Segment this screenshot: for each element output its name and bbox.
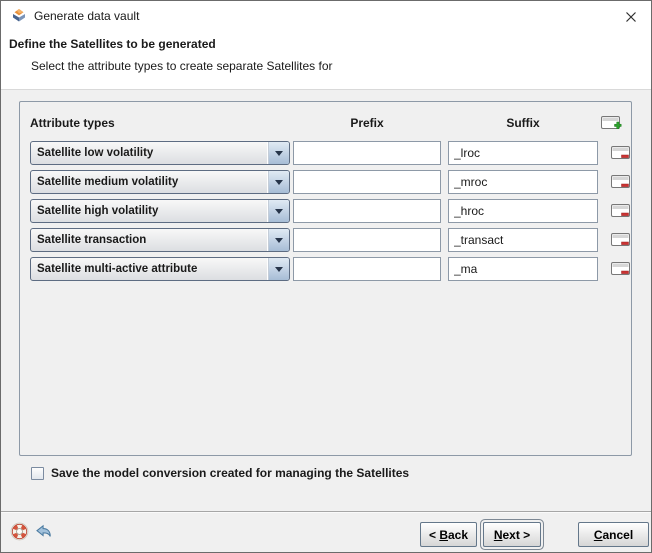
table-row: Satellite medium volatility <box>30 170 625 194</box>
close-button[interactable] <box>622 8 640 26</box>
prefix-input[interactable] <box>293 228 441 252</box>
table-row: Satellite multi-active attribute <box>30 257 625 281</box>
save-conversion-checkbox[interactable] <box>31 467 44 480</box>
attribute-type-select[interactable]: Satellite low volatility <box>30 141 290 165</box>
remove-row-icon <box>611 232 633 250</box>
app-icon <box>11 8 27 24</box>
step-title: Define the Satellites to be generated <box>9 37 216 51</box>
chevron-down-icon <box>267 171 289 193</box>
add-row-button[interactable] <box>601 115 623 132</box>
prefix-input[interactable] <box>293 199 441 223</box>
suffix-input[interactable] <box>448 257 598 281</box>
suffix-input[interactable] <box>448 141 598 165</box>
cancel-button[interactable]: Cancel <box>578 522 649 547</box>
column-header-prefix: Prefix <box>293 116 441 130</box>
attribute-type-value: Satellite high volatility <box>31 200 267 222</box>
table-row: Satellite high volatility <box>30 199 625 223</box>
chevron-down-icon <box>267 200 289 222</box>
attribute-type-value: Satellite transaction <box>31 229 267 251</box>
attribute-type-select[interactable]: Satellite high volatility <box>30 199 290 223</box>
suffix-input[interactable] <box>448 228 598 252</box>
suffix-input[interactable] <box>448 199 598 223</box>
save-conversion-label: Save the model conversion created for ma… <box>51 466 409 480</box>
wizard-header: Define the Satellites to be generated Se… <box>1 31 651 90</box>
remove-row-icon <box>611 174 633 192</box>
satellite-types-panel: Attribute types Prefix Suffix Satellite … <box>19 101 632 456</box>
life-buoy-icon <box>10 522 29 541</box>
column-header-suffix: Suffix <box>448 116 598 130</box>
attribute-type-select[interactable]: Satellite transaction <box>30 228 290 252</box>
remove-row-icon <box>611 261 633 279</box>
save-conversion-option: Save the model conversion created for ma… <box>31 466 409 480</box>
table-row: Satellite low volatility <box>30 141 625 165</box>
add-row-icon <box>601 115 623 133</box>
attribute-type-select[interactable]: Satellite medium volatility <box>30 170 290 194</box>
window-title: Generate data vault <box>34 9 139 23</box>
generate-data-vault-dialog: Generate data vault Define the Satellite… <box>0 0 652 553</box>
curved-arrow-left-icon <box>34 522 53 541</box>
chevron-down-icon <box>267 229 289 251</box>
prefix-input[interactable] <box>293 170 441 194</box>
attribute-type-select[interactable]: Satellite multi-active attribute <box>30 257 290 281</box>
undo-button[interactable] <box>34 522 53 541</box>
remove-row-button[interactable] <box>611 232 633 249</box>
chevron-down-icon <box>267 258 289 280</box>
attribute-type-value: Satellite medium volatility <box>31 171 267 193</box>
remove-row-button[interactable] <box>611 174 633 191</box>
remove-row-button[interactable] <box>611 203 633 220</box>
attribute-type-value: Satellite multi-active attribute <box>31 258 267 280</box>
remove-row-button[interactable] <box>611 145 633 162</box>
suffix-input[interactable] <box>448 170 598 194</box>
column-header-attribute-types: Attribute types <box>30 116 115 130</box>
prefix-input[interactable] <box>293 257 441 281</box>
close-icon <box>624 10 638 24</box>
back-button[interactable]: < Back <box>420 522 477 547</box>
remove-row-icon <box>611 145 633 163</box>
help-button[interactable] <box>10 522 29 541</box>
remove-row-icon <box>611 203 633 221</box>
footer-divider-highlight <box>1 512 651 513</box>
next-button[interactable]: Next > <box>483 522 541 547</box>
step-subtitle: Select the attribute types to create sep… <box>31 59 333 73</box>
table-row: Satellite transaction <box>30 228 625 252</box>
prefix-input[interactable] <box>293 141 441 165</box>
remove-row-button[interactable] <box>611 261 633 278</box>
attribute-type-value: Satellite low volatility <box>31 142 267 164</box>
titlebar: Generate data vault <box>1 1 651 31</box>
chevron-down-icon <box>267 142 289 164</box>
